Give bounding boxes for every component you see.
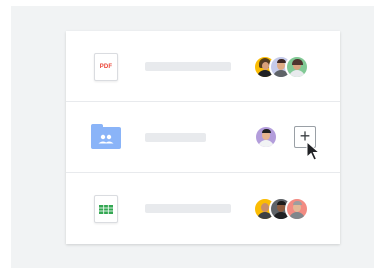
file-name-placeholder	[145, 62, 231, 71]
spreadsheet-file-icon	[94, 195, 118, 223]
shared-avatars	[254, 125, 278, 149]
person-avatar-woman[interactable]	[285, 55, 309, 79]
mouse-pointer-icon	[306, 141, 321, 161]
shared-avatars	[253, 197, 309, 221]
shared-people-icon	[98, 134, 114, 144]
person-avatar-man-glasses[interactable]	[254, 125, 278, 149]
file-name-placeholder	[145, 133, 206, 142]
pdf-file-icon: PDF	[94, 53, 118, 81]
grid-icon	[99, 205, 113, 214]
file-name-placeholder	[145, 204, 231, 213]
file-row-folder[interactable]: +	[66, 102, 340, 173]
shared-files-card: PDF +	[66, 31, 340, 244]
file-row-spreadsheet[interactable]	[66, 173, 340, 244]
pdf-type-label: PDF	[99, 64, 113, 70]
shared-folder-icon	[91, 124, 121, 149]
file-row-pdf[interactable]: PDF	[66, 31, 340, 102]
shared-avatars	[253, 55, 309, 79]
person-avatar-man-old[interactable]	[285, 197, 309, 221]
